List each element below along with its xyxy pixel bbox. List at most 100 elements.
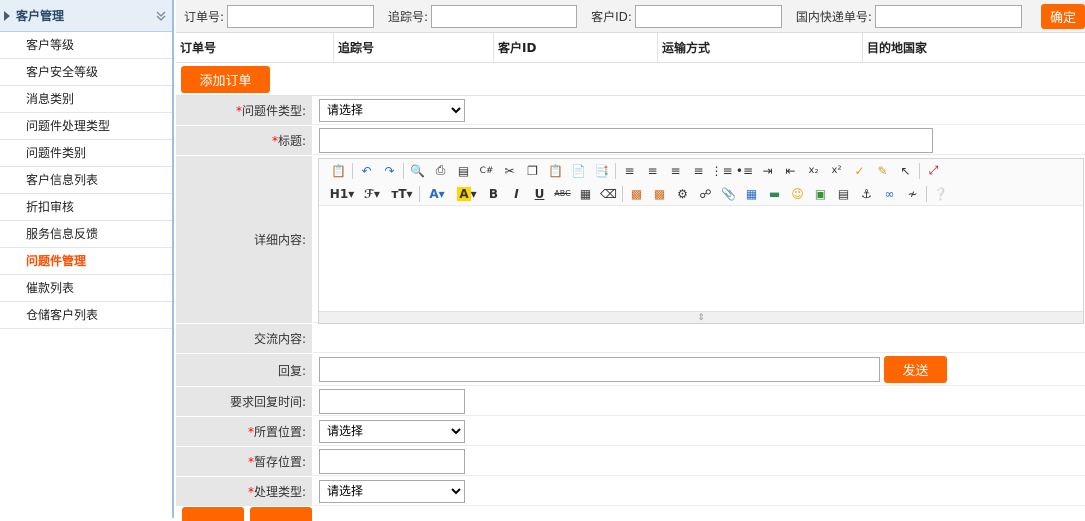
search-bar: 订单号: 追踪号: 客户ID: 国内快递单号: 确定 [176, 0, 1085, 33]
editor-content-area[interactable] [319, 205, 1083, 311]
unlink-icon[interactable]: ≁ [901, 184, 924, 204]
highlight-color-icon[interactable]: A ▾ [452, 184, 482, 204]
heading-dropdown[interactable]: H1 ▾ [327, 184, 357, 204]
indent-icon[interactable]: ⇥ [756, 161, 779, 181]
eraser-icon[interactable]: ⌫ [597, 184, 620, 204]
clear-format-icon[interactable]: ✓ [848, 161, 871, 181]
paste-text-icon[interactable]: 📄 [567, 161, 590, 181]
select-all-icon[interactable]: ✎ [871, 161, 894, 181]
send-button[interactable]: 发送 [884, 356, 947, 383]
font-color-icon[interactable]: A▾ [422, 184, 452, 204]
font-size-dropdown[interactable]: ᴛT ▾ [387, 184, 417, 204]
tracking-no-input[interactable] [431, 4, 578, 28]
reply-input[interactable] [319, 357, 880, 382]
location-label: * 所置位置: [176, 417, 313, 446]
redo-icon[interactable]: ↷ [378, 161, 401, 181]
superscript-icon[interactable]: x² [825, 161, 848, 181]
handle-type-select[interactable]: 请选择 [319, 479, 465, 503]
link-icon[interactable]: ∞ [878, 184, 901, 204]
bold-icon[interactable]: B [482, 184, 505, 204]
italic-icon[interactable]: I [505, 184, 528, 204]
order-no-label: 订单号: [184, 9, 225, 24]
order-no-input[interactable] [227, 4, 375, 28]
editor-resize-handle[interactable]: ⇕ [319, 311, 1083, 323]
align-right-icon[interactable]: ≡ [664, 161, 687, 181]
expand-triangle-icon [4, 10, 10, 21]
col-order-no: 订单号 [176, 33, 334, 62]
bottom-button-1[interactable] [182, 507, 244, 521]
sidebar-item-customer-level[interactable]: 客户等级 [0, 32, 172, 59]
undo-icon[interactable]: ↶ [355, 161, 378, 181]
fullscreen-icon[interactable]: ⤢ [922, 161, 945, 181]
sidebar-nav: 客户等级 客户安全等级 消息类别 问题件处理类型 问题件类别 客户信息列表 折扣… [0, 32, 172, 329]
title-input[interactable] [319, 127, 933, 153]
sidebar-item-collection-list[interactable]: 催款列表 [0, 275, 172, 302]
problem-type-select[interactable]: 请选择 [319, 98, 465, 122]
anchor-icon[interactable]: ⚓ [855, 184, 878, 204]
subscript-icon[interactable]: x₂ [802, 161, 825, 181]
sidebar-item-storage-customer-list[interactable]: 仓储客户列表 [0, 302, 172, 329]
rich-text-editor: 📋 ↶ ↷ 🔍 ⎙ ▤ C# ✂ ❐ 📋 📄 📑 ≡ ≡ ≡ ≡ ⋮≡ •≡ ⇥… [318, 158, 1084, 324]
ordered-list-icon[interactable]: ⋮≡ [710, 161, 733, 181]
toolbar-separator [926, 185, 927, 202]
strikethrough-icon[interactable]: ABC [551, 184, 574, 204]
page-break-icon[interactable]: ▤ [832, 184, 855, 204]
storage-input[interactable] [319, 448, 465, 474]
paste-word-icon[interactable]: 📑 [590, 161, 613, 181]
image-gallery-icon[interactable]: ▣ [809, 184, 832, 204]
preview-icon[interactable]: 🔍 [406, 161, 429, 181]
problem-type-field: 请选择 [313, 96, 1085, 125]
domestic-express-no-label: 国内快递单号: [795, 9, 872, 24]
code-icon[interactable]: C# [475, 161, 498, 181]
print-icon[interactable]: ⎙ [429, 161, 452, 181]
unordered-list-icon[interactable]: •≡ [733, 161, 756, 181]
align-center-icon[interactable]: ≡ [641, 161, 664, 181]
insert-flash-icon[interactable]: ▩ [648, 184, 671, 204]
underline-icon[interactable]: U [528, 184, 551, 204]
sidebar-item-problem-category[interactable]: 问题件类别 [0, 140, 172, 167]
emoticon-icon[interactable]: ☺ [786, 184, 809, 204]
font-family-dropdown[interactable]: ℱ ▾ [357, 184, 387, 204]
sidebar-item-message-category[interactable]: 消息类别 [0, 86, 172, 113]
toolbar-separator [403, 162, 404, 179]
bottom-button-2[interactable] [250, 507, 312, 521]
sidebar-item-discount-review[interactable]: 折扣审核 [0, 194, 172, 221]
form-row-location: * 所置位置: 请选择 [176, 417, 1085, 447]
insert-media-icon[interactable]: ⚙ [671, 184, 694, 204]
sidebar-item-problem-management[interactable]: 问题件管理 [0, 248, 172, 275]
copy-icon[interactable]: ❐ [521, 161, 544, 181]
template-icon[interactable]: ▤ [452, 161, 475, 181]
source-icon[interactable]: 📋 [327, 161, 350, 181]
sidebar-item-service-feedback[interactable]: 服务信息反馈 [0, 221, 172, 248]
cursor-icon[interactable]: ↖ [894, 161, 917, 181]
customer-id-input[interactable] [634, 4, 782, 28]
table-grid-icon[interactable]: ▦ [574, 184, 597, 204]
cut-icon[interactable]: ✂ [498, 161, 521, 181]
align-left-icon[interactable]: ≡ [618, 161, 641, 181]
insert-image-icon[interactable]: ▩ [625, 184, 648, 204]
add-order-button[interactable]: 添加订单 [181, 65, 270, 93]
attachment-icon[interactable]: 📎 [717, 184, 740, 204]
double-chevron-down-icon[interactable] [150, 6, 172, 26]
insert-table-icon[interactable]: ▦ [740, 184, 763, 204]
location-select[interactable]: 请选择 [319, 419, 465, 443]
domestic-express-no-input[interactable] [874, 4, 1022, 28]
reply-field: 发送 [313, 354, 1085, 386]
col-destination-country: 目的地国家 [867, 41, 928, 55]
outdent-icon[interactable]: ⇤ [779, 161, 802, 181]
confirm-button[interactable]: 确定 [1040, 3, 1085, 29]
sidebar-item-problem-handling-type[interactable]: 问题件处理类型 [0, 113, 172, 140]
sidebar-header[interactable]: 客户管理 [0, 0, 172, 32]
justify-icon[interactable]: ≡ [687, 161, 710, 181]
sidebar-item-customer-info-list[interactable]: 客户信息列表 [0, 167, 172, 194]
detail-field: 📋 ↶ ↷ 🔍 ⎙ ▤ C# ✂ ❐ 📋 📄 📑 ≡ ≡ ≡ ≡ ⋮≡ •≡ ⇥… [313, 156, 1085, 324]
form-row-problem-type: * 问题件类型: 请选择 [176, 96, 1085, 126]
insert-video-icon[interactable]: ☍ [694, 184, 717, 204]
horizontal-rule-icon[interactable]: ▬ [763, 184, 786, 204]
reply-time-input[interactable] [319, 388, 465, 414]
main-content: 订单号: 追踪号: 客户ID: 国内快递单号: 确定 订单号 追踪号 客户ID … [176, 0, 1085, 521]
paste-icon[interactable]: 📋 [544, 161, 567, 181]
form-row-title: * 标题: [176, 126, 1085, 156]
help-icon[interactable]: ❔ [929, 184, 952, 204]
sidebar-item-customer-security-level[interactable]: 客户安全等级 [0, 59, 172, 86]
